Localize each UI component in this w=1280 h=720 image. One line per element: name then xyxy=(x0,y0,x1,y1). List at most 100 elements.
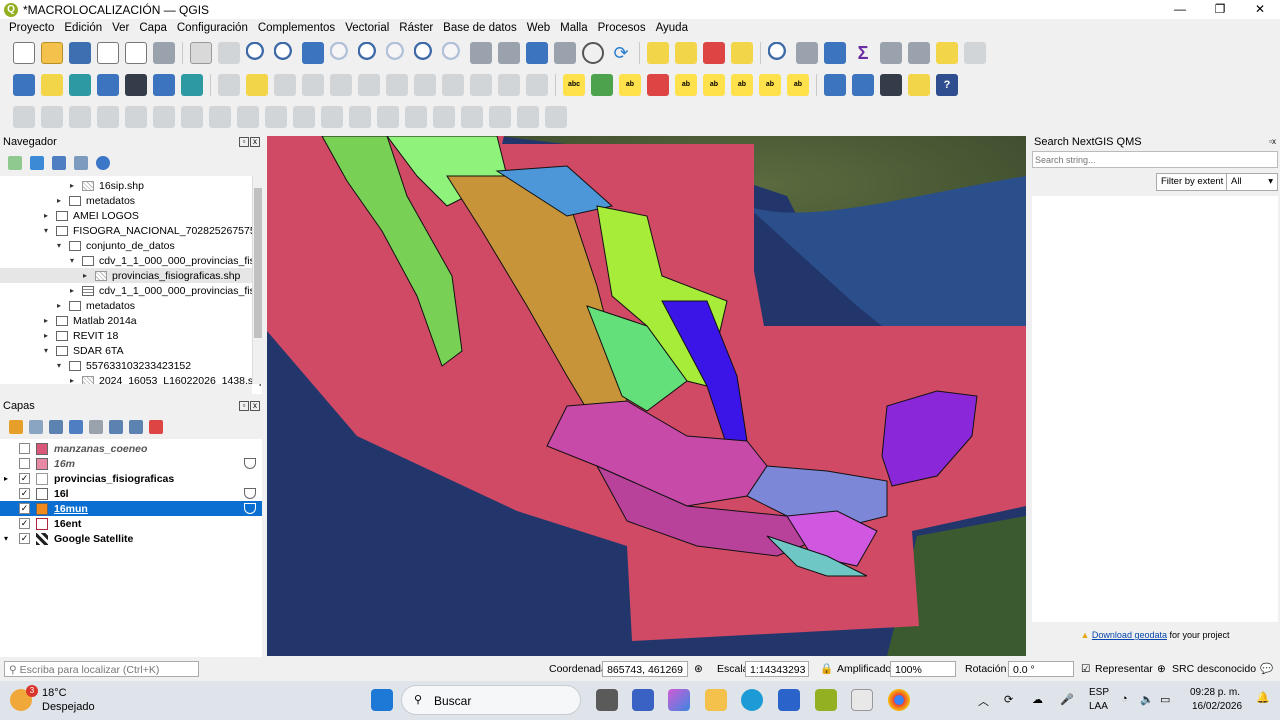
wifi-icon[interactable]: ◔ xyxy=(1121,693,1128,705)
layer-visibility-checkbox[interactable]: ✓ xyxy=(19,473,30,484)
shape-tool-icon[interactable] xyxy=(41,106,63,128)
add-feature-icon[interactable] xyxy=(302,74,324,96)
add-raster-icon[interactable] xyxy=(153,74,175,96)
lang-top[interactable]: ESP xyxy=(1089,687,1109,698)
properties-info-icon[interactable] xyxy=(96,156,110,170)
tree-item[interactable]: ▸ cdv_1_1_000_000_provincias_fisiog xyxy=(70,283,262,298)
cut-features-icon[interactable] xyxy=(414,74,436,96)
layer-row-selected[interactable]: ✓ 16mun xyxy=(0,501,262,516)
file-explorer-icon[interactable] xyxy=(705,689,727,711)
layer-row[interactable]: ✓ 16l xyxy=(0,486,262,501)
refresh-browser-icon[interactable] xyxy=(30,156,44,170)
map-canvas[interactable] xyxy=(267,136,1026,656)
lang-bottom[interactable]: LAA xyxy=(1089,701,1108,712)
fill-ring-icon[interactable] xyxy=(209,106,231,128)
tree-item[interactable]: ▾ conjunto_de_datos xyxy=(57,238,175,253)
add-vector-layer-icon[interactable] xyxy=(69,74,91,96)
rotate-label-icon[interactable]: ab xyxy=(759,74,781,96)
locator-settings-icon[interactable] xyxy=(964,42,986,64)
add-part-icon[interactable] xyxy=(181,106,203,128)
layer-visibility-checkbox[interactable] xyxy=(19,458,30,469)
float-panel-icon[interactable]: ▫ xyxy=(239,401,249,411)
new-3d-view-icon[interactable] xyxy=(498,42,520,64)
measure-line-icon[interactable] xyxy=(908,42,930,64)
digitize-icon[interactable] xyxy=(97,74,119,96)
add-virtual-layer-icon[interactable] xyxy=(181,74,203,96)
identify-features-icon[interactable] xyxy=(768,42,790,64)
microphone-icon[interactable]: 🎤 xyxy=(1060,693,1074,706)
render-checkbox[interactable]: ☑ xyxy=(1081,661,1090,677)
move-feature-icon[interactable] xyxy=(69,106,91,128)
pin-labels-icon[interactable]: ab xyxy=(675,74,697,96)
zoom-last-icon[interactable] xyxy=(414,42,436,64)
layer-row[interactable]: ✓ 16ent xyxy=(0,516,262,531)
change-label-icon[interactable]: ab xyxy=(787,74,809,96)
battery-icon[interactable]: ▭ xyxy=(1160,693,1170,706)
advanced-digitizing-icon[interactable] xyxy=(13,106,35,128)
data-source-manager-icon[interactable] xyxy=(13,74,35,96)
quickmapservices-icon[interactable] xyxy=(824,74,846,96)
new-bookmark-icon[interactable] xyxy=(526,42,548,64)
trim-extend-icon[interactable] xyxy=(377,106,399,128)
menu-complementos[interactable]: Complementos xyxy=(258,22,335,34)
menu-web[interactable]: Web xyxy=(527,22,550,34)
zoom-layer-icon[interactable] xyxy=(358,42,380,64)
qms-filter-select[interactable]: All ▾ xyxy=(1226,173,1278,191)
processing-toolbox-icon[interactable] xyxy=(824,42,846,64)
merge-attributes-icon[interactable] xyxy=(489,106,511,128)
layer-visibility-checkbox[interactable]: ✓ xyxy=(19,503,30,514)
zoom-next-icon[interactable] xyxy=(442,42,464,64)
add-ring-icon[interactable] xyxy=(153,106,175,128)
new-print-layout-icon[interactable] xyxy=(97,42,119,64)
tree-item[interactable]: ▾ 557633103233423152 xyxy=(57,358,191,373)
zoom-out-icon[interactable] xyxy=(274,42,296,64)
toggle-labels-icon[interactable] xyxy=(647,74,669,96)
layer-filter-icon[interactable] xyxy=(244,503,256,514)
help-icon[interactable]: ? xyxy=(936,74,958,96)
copilot-icon[interactable] xyxy=(668,689,690,711)
merge-features-icon[interactable] xyxy=(461,106,483,128)
layout-manager-icon[interactable] xyxy=(125,42,147,64)
tree-item[interactable]: ▾ FISOGRA_NACIONAL_702825267575_s xyxy=(44,223,262,238)
magnifier-spinbox[interactable]: 100% xyxy=(890,661,956,677)
qms-panel-controls-icon[interactable]: ▫x xyxy=(1269,137,1276,146)
qms-search-input[interactable] xyxy=(1032,151,1278,168)
coordinate-field[interactable]: 865743, 461269 xyxy=(602,661,688,677)
messages-icon[interactable]: 💬 xyxy=(1260,661,1273,677)
locator-search-input[interactable]: ⚲ Escriba para localizar (Ctrl+K) xyxy=(4,661,199,677)
manage-themes-eye-icon[interactable] xyxy=(49,420,63,434)
undo-icon[interactable] xyxy=(498,74,520,96)
layer-visibility-checkbox[interactable] xyxy=(19,443,30,454)
save-edits-icon[interactable] xyxy=(274,74,296,96)
diagram-options-icon[interactable] xyxy=(591,74,613,96)
modify-attributes-icon[interactable] xyxy=(358,74,380,96)
notifications-icon[interactable]: 🔔 xyxy=(1256,691,1270,704)
scale-combobox[interactable]: 1:14343293 xyxy=(745,661,809,677)
show-bookmarks-icon[interactable] xyxy=(554,42,576,64)
menu-procesos[interactable]: Procesos xyxy=(598,22,646,34)
offset-point-symbols-icon[interactable] xyxy=(545,106,567,128)
select-by-value-icon[interactable] xyxy=(675,42,697,64)
plugin-globe-icon[interactable] xyxy=(880,74,902,96)
app-icon[interactable] xyxy=(778,689,800,711)
redo-icon[interactable] xyxy=(526,74,548,96)
tree-item[interactable]: ▸ metadatos xyxy=(57,298,135,313)
close-panel-icon[interactable]: x xyxy=(250,137,260,147)
move-label-icon[interactable]: ab xyxy=(731,74,753,96)
menu-configuracion[interactable]: Configuración xyxy=(177,22,248,34)
delete-selected-icon[interactable] xyxy=(386,74,408,96)
temporal-controller-icon[interactable] xyxy=(582,42,604,64)
paste-features-icon[interactable] xyxy=(470,74,492,96)
statistics-sigma-icon[interactable]: Σ xyxy=(852,42,874,64)
close-button[interactable]: ✕ xyxy=(1240,0,1280,19)
lock-scale-icon[interactable]: 🔒 xyxy=(820,661,833,677)
toggle-extents-icon[interactable]: ⊛ xyxy=(694,661,703,677)
menu-malla[interactable]: Malla xyxy=(560,22,587,34)
open-project-icon[interactable] xyxy=(41,42,63,64)
layer-visibility-checkbox[interactable]: ✓ xyxy=(19,488,30,499)
float-panel-icon[interactable]: ▫ xyxy=(239,137,249,147)
rotation-spinbox[interactable]: 0.0 ° xyxy=(1008,661,1074,677)
tree-item[interactable]: ▸ metadatos xyxy=(57,193,135,208)
tree-item[interactable]: ▸ Matlab 2014a xyxy=(44,313,137,328)
filter-expression-icon[interactable] xyxy=(89,420,103,434)
